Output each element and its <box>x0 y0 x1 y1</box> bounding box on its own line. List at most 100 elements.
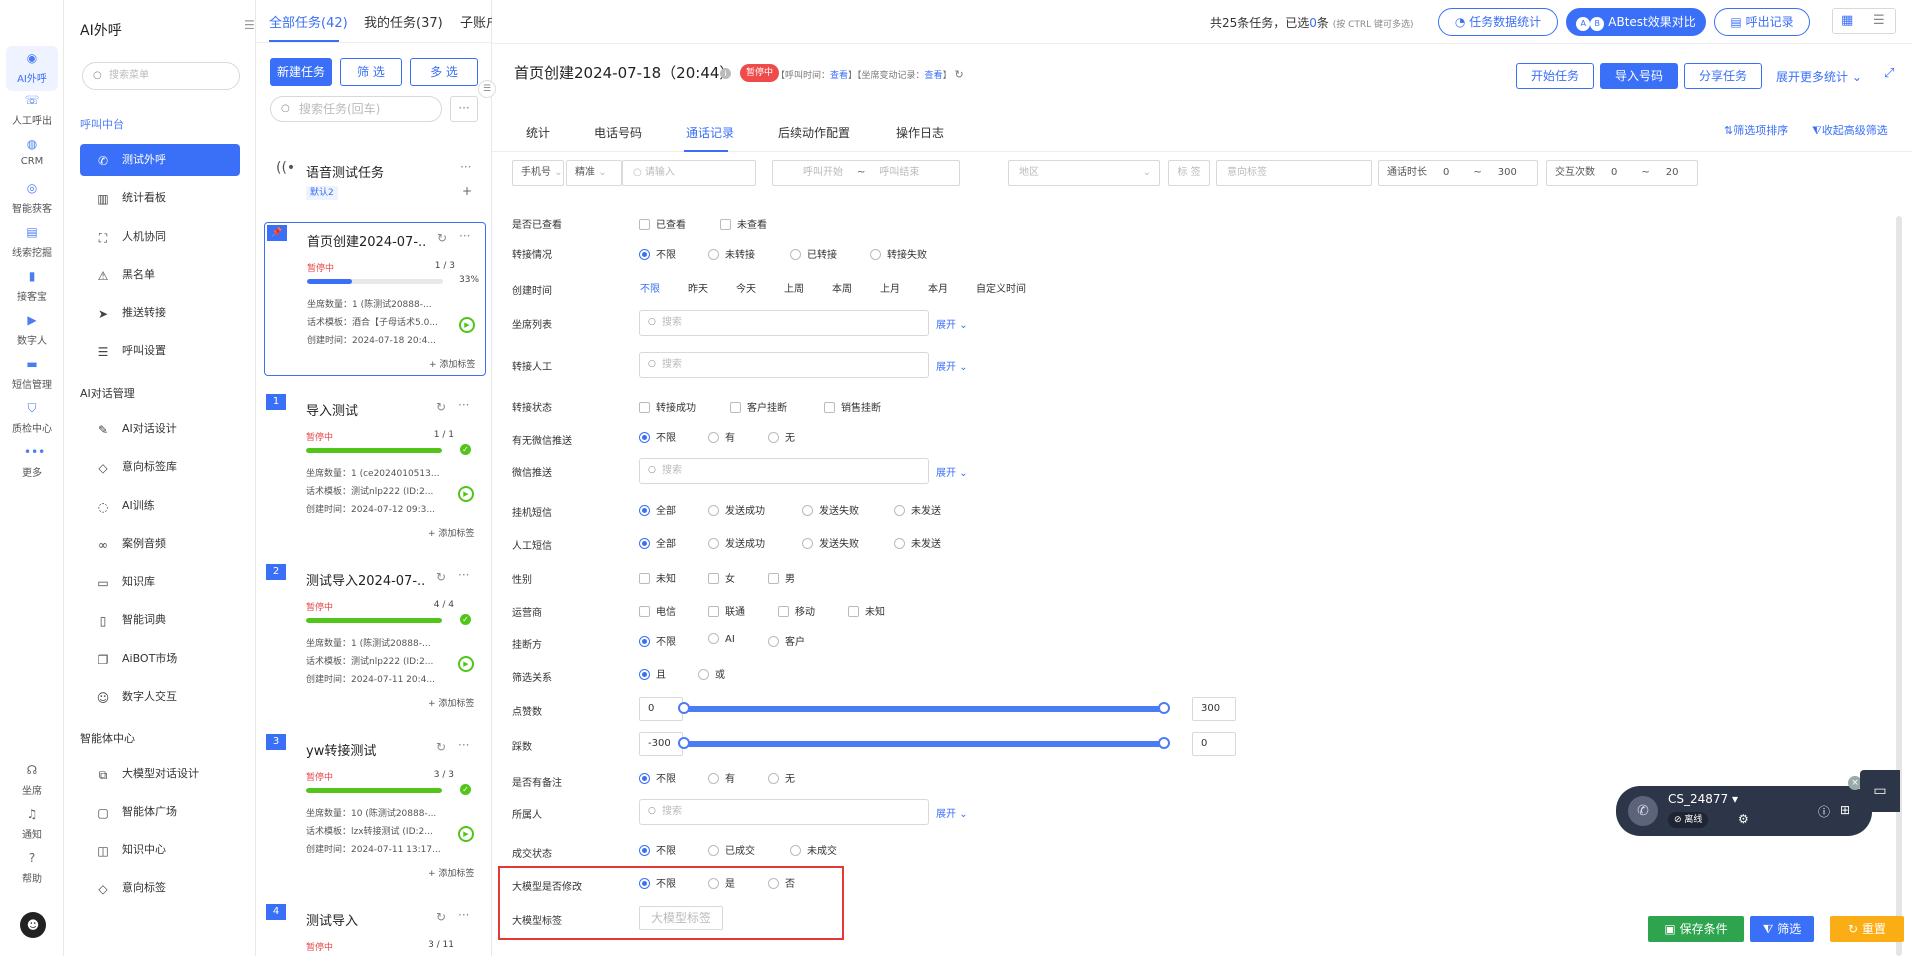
rail-smart-acquire[interactable]: ◎ 智能获客 <box>0 182 64 215</box>
play-icon[interactable]: ▶ <box>458 486 474 502</box>
intent-tag-input[interactable]: 意向标签 <box>1216 160 1372 186</box>
transfer-success-checkbox[interactable]: 转接成功 <box>639 399 696 414</box>
rail-more[interactable]: ••• 更多 <box>0 446 64 479</box>
remark-yes-radio[interactable]: 有 <box>708 770 735 785</box>
status-badge[interactable]: ⊘ 离线 <box>1668 812 1709 828</box>
play-icon[interactable]: ▶ <box>458 656 474 672</box>
share-task-button[interactable]: 分享任务 <box>1684 63 1762 89</box>
gender-unknown-checkbox[interactable]: 未知 <box>639 570 676 585</box>
expand-stats-link[interactable]: 展开更多统计 ⌄ <box>1776 68 1862 85</box>
new-task-button[interactable]: 新建任务 <box>270 58 332 86</box>
manual-sms-all-radio[interactable]: 全部 <box>639 535 676 550</box>
manual-sms-failed-radio[interactable]: 发送失败 <box>802 535 859 550</box>
dislikes-range-slider[interactable] <box>678 737 1170 749</box>
relation-or-radio[interactable]: 或 <box>698 666 725 681</box>
more-icon[interactable]: ··· <box>458 738 469 752</box>
tag-button[interactable]: 标 签 <box>1168 160 1210 186</box>
tab-my-tasks[interactable]: 我的任务(37) <box>364 12 443 31</box>
slider-handle[interactable] <box>678 702 690 714</box>
refresh-icon[interactable]: ↻ <box>436 740 446 754</box>
rail-help[interactable]: ? 帮助 <box>0 852 64 885</box>
created-yesterday[interactable]: 昨天 <box>688 280 708 295</box>
wechat-search-input[interactable]: ○ 搜索 <box>639 458 929 484</box>
save-conditions-button[interactable]: ▣ 保存条件 <box>1648 916 1744 942</box>
view-switch[interactable]: ▦ ☰ <box>1832 8 1896 34</box>
transfer-fail-radio[interactable]: 转接失败 <box>870 246 927 261</box>
llm-tag-input[interactable]: 大模型标签 <box>639 906 723 930</box>
hang-sms-failed-radio[interactable]: 发送失败 <box>802 502 859 517</box>
rail-manual-call[interactable]: ☏ 人工呼出 <box>0 94 64 127</box>
rail-lead-mining[interactable]: ▤ 线索挖掘 <box>0 226 64 259</box>
collapse-menu-icon[interactable]: ☰ <box>244 18 255 32</box>
collapse-panel-icon[interactable]: ☰ <box>478 80 496 98</box>
seat-change-link[interactable]: 查看 <box>925 71 943 81</box>
menu-item-digital-human-interact[interactable]: ☺ 数字人交互 <box>80 681 240 713</box>
call-records-button[interactable]: ▤ 呼出记录 <box>1714 8 1810 36</box>
refresh-icon[interactable]: ↻ <box>437 231 447 245</box>
tab-sub-account-tasks[interactable]: 子账户任务(5) <box>460 12 492 31</box>
rail-qa[interactable]: ⛉ 质检中心 <box>0 402 64 435</box>
dislikes-max-input[interactable]: 0 <box>1192 732 1236 756</box>
menu-item-llm-dialog[interactable]: ⧉ 大模型对话设计 <box>80 758 240 790</box>
add-icon[interactable]: + <box>462 184 472 198</box>
menu-item-test-call[interactable]: ✆ 测试外呼 <box>80 144 240 176</box>
abtest-button[interactable]: A B ABtest效果对比 <box>1566 8 1706 36</box>
expand-owner-link[interactable]: 展开 ⌄ <box>936 805 968 820</box>
more-icon[interactable]: ··· <box>459 229 470 243</box>
likes-range-slider[interactable] <box>678 702 1170 714</box>
menu-item-push-transfer[interactable]: ➤ 推送转接 <box>80 297 240 329</box>
llm-modified-no-radio[interactable]: 否 <box>768 875 795 890</box>
carrier-unknown-checkbox[interactable]: 未知 <box>848 603 885 618</box>
hang-sms-all-radio[interactable]: 全部 <box>639 502 676 517</box>
owner-search-input[interactable]: ○ 搜索 <box>639 799 929 825</box>
fullscreen-icon[interactable]: ⤢ <box>1884 66 1894 81</box>
created-today[interactable]: 今天 <box>736 280 756 295</box>
deal-not-done-radio[interactable]: 未成交 <box>790 842 837 857</box>
start-task-button[interactable]: 开始任务 <box>1516 63 1594 89</box>
deal-done-radio[interactable]: 已成交 <box>708 842 755 857</box>
relation-and-radio[interactable]: 且 <box>639 666 666 681</box>
carrier-telecom-checkbox[interactable]: 电信 <box>639 603 676 618</box>
apply-filter-button[interactable]: ⧨ 筛选 <box>1750 916 1814 942</box>
add-tag-button[interactable]: + 添加标签 <box>428 526 474 539</box>
add-tag-button[interactable]: + 添加标签 <box>428 866 474 879</box>
created-last-week[interactable]: 上周 <box>784 280 804 295</box>
chat-side-tab[interactable]: ▭ <box>1860 770 1900 812</box>
menu-item-call-settings[interactable]: ☰ 呼叫设置 <box>80 335 240 367</box>
slider-handle[interactable] <box>1158 737 1170 749</box>
dialpad-icon[interactable]: ⊞ <box>1840 803 1850 817</box>
hangup-ai-radio[interactable]: AI <box>708 633 735 645</box>
carrier-mobile-checkbox[interactable]: 移动 <box>778 603 815 618</box>
grid-icon[interactable]: ▦ <box>1841 14 1853 27</box>
task-card[interactable]: 2 测试导入2024-07-... ↻ ··· 暂停中 4 / 4 ✓ 坐席数量… <box>264 562 486 716</box>
rail-sms[interactable]: ▬ 短信管理 <box>0 358 64 391</box>
menu-item-intent-tags[interactable]: ◇ 意向标签库 <box>80 451 240 483</box>
wechat-push-no-radio[interactable]: 无 <box>768 429 795 444</box>
rail-digital-human[interactable]: ▶ 数字人 <box>0 314 64 347</box>
menu-item-agent-plaza[interactable]: ▢ 智能体广场 <box>80 796 240 828</box>
transfer-none-radio[interactable]: 未转接 <box>708 246 755 261</box>
menu-item-blacklist[interactable]: ⚠ 黑名单 <box>80 259 240 291</box>
wechat-push-yes-radio[interactable]: 有 <box>708 429 735 444</box>
refresh-icon[interactable]: ↻ <box>436 400 446 414</box>
task-card[interactable]: 📌 首页创建2024-07-... ↻ ··· 暂停中 1 / 3 33% 坐席… <box>264 222 486 376</box>
add-tag-button[interactable]: + 添加标签 <box>428 696 474 709</box>
multi-select-button[interactable]: 多 选 <box>410 58 478 86</box>
rail-crm[interactable]: ◍ CRM <box>0 138 64 167</box>
menu-item-aibot-market[interactable]: ❐ AiBOT市场 <box>80 643 240 675</box>
menu-search-input[interactable]: ○ 搜索菜单 <box>82 62 240 90</box>
manual-sms-unsent-radio[interactable]: 未发送 <box>894 535 941 550</box>
remark-no-radio[interactable]: 无 <box>768 770 795 785</box>
reset-button[interactable]: ↻ 重置 <box>1830 916 1904 942</box>
region-select[interactable]: 地区 ⌄ <box>1008 160 1160 186</box>
seat-search-input[interactable]: ○ 搜索 <box>639 310 929 336</box>
likes-max-input[interactable]: 300 <box>1192 697 1236 721</box>
voice-test-task[interactable]: ((• 语音测试任务 默认2 ··· + <box>270 154 480 204</box>
info-icon[interactable]: i <box>720 68 731 79</box>
task-card[interactable]: 1 导入测试 ↻ ··· 暂停中 1 / 1 ✓ 坐席数量：1 (ce20240… <box>264 392 486 546</box>
wechat-push-any-radio[interactable]: 不限 <box>639 429 676 444</box>
phone-type-select[interactable]: 手机号 ⌄ <box>512 160 564 186</box>
hang-sms-unsent-radio[interactable]: 未发送 <box>894 502 941 517</box>
hangup-customer-radio[interactable]: 客户 <box>768 633 805 648</box>
play-icon[interactable]: ▶ <box>459 317 475 333</box>
